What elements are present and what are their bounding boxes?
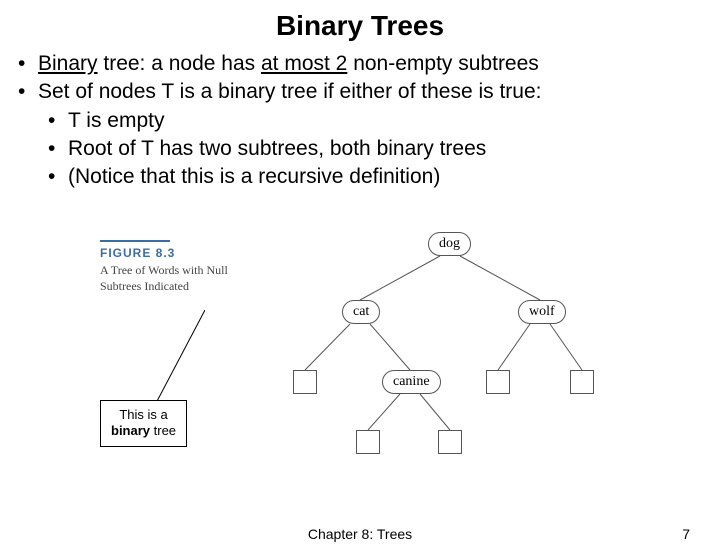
- bullet-1-term: Binary: [38, 52, 98, 75]
- tree-node-right: wolf: [518, 300, 566, 324]
- tree-node-left: cat: [342, 300, 380, 324]
- figure-description: A Tree of Words with Null Subtrees Indic…: [100, 263, 260, 294]
- tree-node-leftright: canine: [382, 370, 441, 394]
- callout-connector: [155, 310, 205, 405]
- slide-title: Binary Trees: [0, 10, 720, 42]
- bullet-dot: •: [48, 135, 68, 163]
- bullet-1-mid: tree: a node has: [98, 52, 261, 75]
- tree-empty-node: [570, 370, 594, 394]
- bullet-dot: •: [48, 163, 68, 191]
- figure-label: FIGURE 8.3: [100, 246, 260, 260]
- figure-caption: FIGURE 8.3 A Tree of Words with Null Sub…: [100, 240, 260, 294]
- figure-bar: [100, 240, 170, 242]
- subbullet-1: • T is empty: [18, 107, 720, 135]
- bullet-dot: •: [48, 107, 68, 135]
- bullet-dot: •: [18, 50, 38, 78]
- subbullet-2-text: Root of T has two subtrees, both binary …: [68, 135, 486, 163]
- tree-empty-node: [438, 430, 462, 454]
- bullet-2-text: Set of nodes T is a binary tree if eithe…: [38, 78, 542, 106]
- tree-diagram: dog cat wolf canine: [250, 230, 650, 470]
- subbullet-3: • (Notice that this is a recursive defin…: [18, 163, 720, 191]
- bullet-list: • Binary tree: a node has at most 2 non-…: [0, 50, 720, 192]
- bullet-1-suffix: non-empty subtrees: [347, 52, 538, 75]
- bullet-1-emph: at most 2: [261, 52, 347, 75]
- subbullet-2: • Root of T has two subtrees, both binar…: [18, 135, 720, 163]
- figure-area: FIGURE 8.3 A Tree of Words with Null Sub…: [100, 230, 660, 490]
- subbullet-1-text: T is empty: [68, 107, 164, 135]
- tree-empty-node: [293, 370, 317, 394]
- bullet-dot: •: [18, 78, 38, 106]
- callout-rest: tree: [150, 423, 176, 438]
- bullet-1: • Binary tree: a node has at most 2 non-…: [18, 50, 720, 78]
- tree-node-root: dog: [428, 232, 471, 256]
- callout-box: This is a binary tree: [100, 400, 187, 447]
- callout-line1: This is a: [119, 407, 167, 422]
- subbullet-3-text: (Notice that this is a recursive definit…: [68, 163, 440, 191]
- bullet-2: • Set of nodes T is a binary tree if eit…: [18, 78, 720, 106]
- callout-bold: binary: [111, 423, 150, 438]
- tree-empty-node: [356, 430, 380, 454]
- tree-empty-node: [486, 370, 510, 394]
